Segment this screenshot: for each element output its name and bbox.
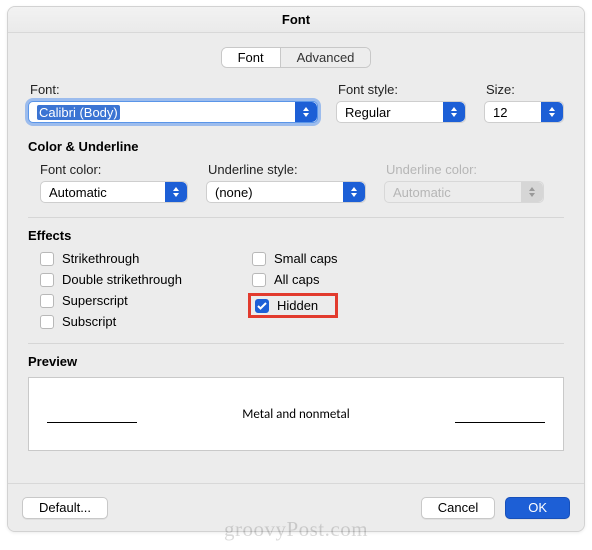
font-color-value: Automatic	[49, 185, 107, 200]
font-style-value: Regular	[345, 105, 391, 120]
default-button[interactable]: Default...	[22, 497, 108, 519]
chevron-updown-icon	[443, 102, 465, 122]
all-caps-label: All caps	[274, 272, 320, 287]
size-value: 12	[493, 105, 507, 120]
chevron-updown-icon	[343, 182, 365, 202]
font-label: Font:	[28, 82, 318, 97]
checkbox-icon	[40, 252, 54, 266]
baseline-line	[47, 422, 137, 423]
divider	[28, 217, 564, 218]
font-style-combo[interactable]: Regular	[336, 101, 466, 123]
checkbox-icon	[40, 273, 54, 287]
strikethrough-check[interactable]: Strikethrough	[40, 251, 182, 266]
chevron-updown-icon	[295, 102, 317, 122]
all-caps-check[interactable]: All caps	[252, 272, 338, 287]
subscript-check[interactable]: Subscript	[40, 314, 182, 329]
ok-button[interactable]: OK	[505, 497, 570, 519]
font-style-label: Font style:	[336, 82, 466, 97]
font-combo[interactable]: Calibri (Body)	[28, 101, 318, 123]
size-combo[interactable]: 12	[484, 101, 564, 123]
chevron-updown-icon	[521, 182, 543, 202]
subscript-label: Subscript	[62, 314, 116, 329]
size-label: Size:	[484, 82, 564, 97]
checkbox-icon	[40, 315, 54, 329]
font-dialog: Font Font Advanced Font: Calibri (Body) …	[7, 6, 585, 532]
font-value: Calibri (Body)	[37, 105, 120, 120]
superscript-check[interactable]: Superscript	[40, 293, 182, 308]
checkbox-icon	[252, 252, 266, 266]
cancel-button[interactable]: Cancel	[421, 497, 495, 519]
underline-style-label: Underline style:	[206, 162, 366, 177]
preview-heading: Preview	[28, 354, 564, 369]
checkbox-icon	[252, 273, 266, 287]
underline-style-combo[interactable]: (none)	[206, 181, 366, 203]
preview-box: Metal and nonmetal	[28, 377, 564, 451]
checkbox-icon	[40, 294, 54, 308]
small-caps-label: Small caps	[274, 251, 338, 266]
dialog-title: Font	[8, 7, 584, 33]
baseline-line	[455, 422, 545, 423]
small-caps-check[interactable]: Small caps	[252, 251, 338, 266]
tab-advanced[interactable]: Advanced	[281, 48, 371, 67]
superscript-label: Superscript	[62, 293, 128, 308]
preview-text: Metal and nonmetal	[242, 407, 349, 422]
hidden-label: Hidden	[277, 298, 318, 313]
effects-heading: Effects	[28, 228, 564, 243]
underline-color-value: Automatic	[393, 185, 451, 200]
chevron-updown-icon	[541, 102, 563, 122]
checkbox-checked-icon	[255, 299, 269, 313]
underline-color-label: Underline color:	[384, 162, 544, 177]
font-color-combo[interactable]: Automatic	[40, 181, 188, 203]
double-strike-label: Double strikethrough	[62, 272, 182, 287]
chevron-updown-icon	[165, 182, 187, 202]
underline-style-value: (none)	[215, 185, 253, 200]
dialog-footer: Default... Cancel OK	[8, 483, 584, 531]
underline-color-combo: Automatic	[384, 181, 544, 203]
strikethrough-label: Strikethrough	[62, 251, 139, 266]
double-strike-check[interactable]: Double strikethrough	[40, 272, 182, 287]
font-color-label: Font color:	[28, 162, 188, 177]
hidden-highlight: Hidden	[248, 293, 338, 318]
hidden-check[interactable]: Hidden	[255, 298, 327, 313]
tab-bar: Font Advanced	[8, 47, 584, 68]
tab-font[interactable]: Font	[222, 48, 281, 67]
divider	[28, 343, 564, 344]
color-underline-heading: Color & Underline	[28, 139, 564, 154]
